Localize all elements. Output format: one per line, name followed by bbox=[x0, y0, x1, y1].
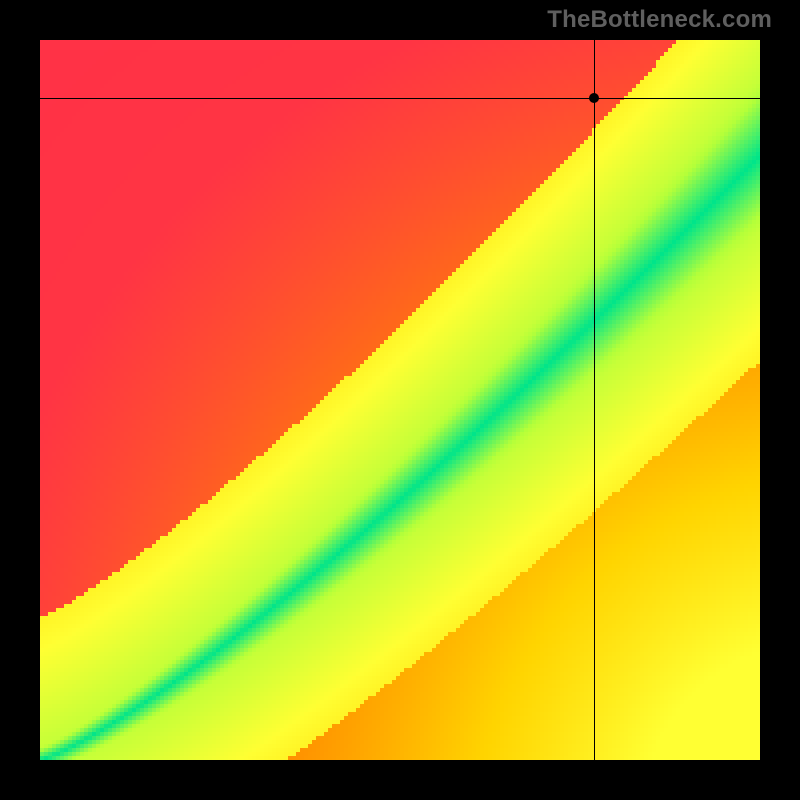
crosshair-vertical bbox=[594, 40, 595, 760]
crosshair-horizontal bbox=[40, 98, 760, 99]
crosshair-marker bbox=[589, 93, 599, 103]
heatmap-canvas bbox=[40, 40, 760, 760]
watermark-text: TheBottleneck.com bbox=[547, 6, 772, 34]
plot-area bbox=[40, 40, 760, 760]
frame: TheBottleneck.com bbox=[0, 0, 800, 800]
